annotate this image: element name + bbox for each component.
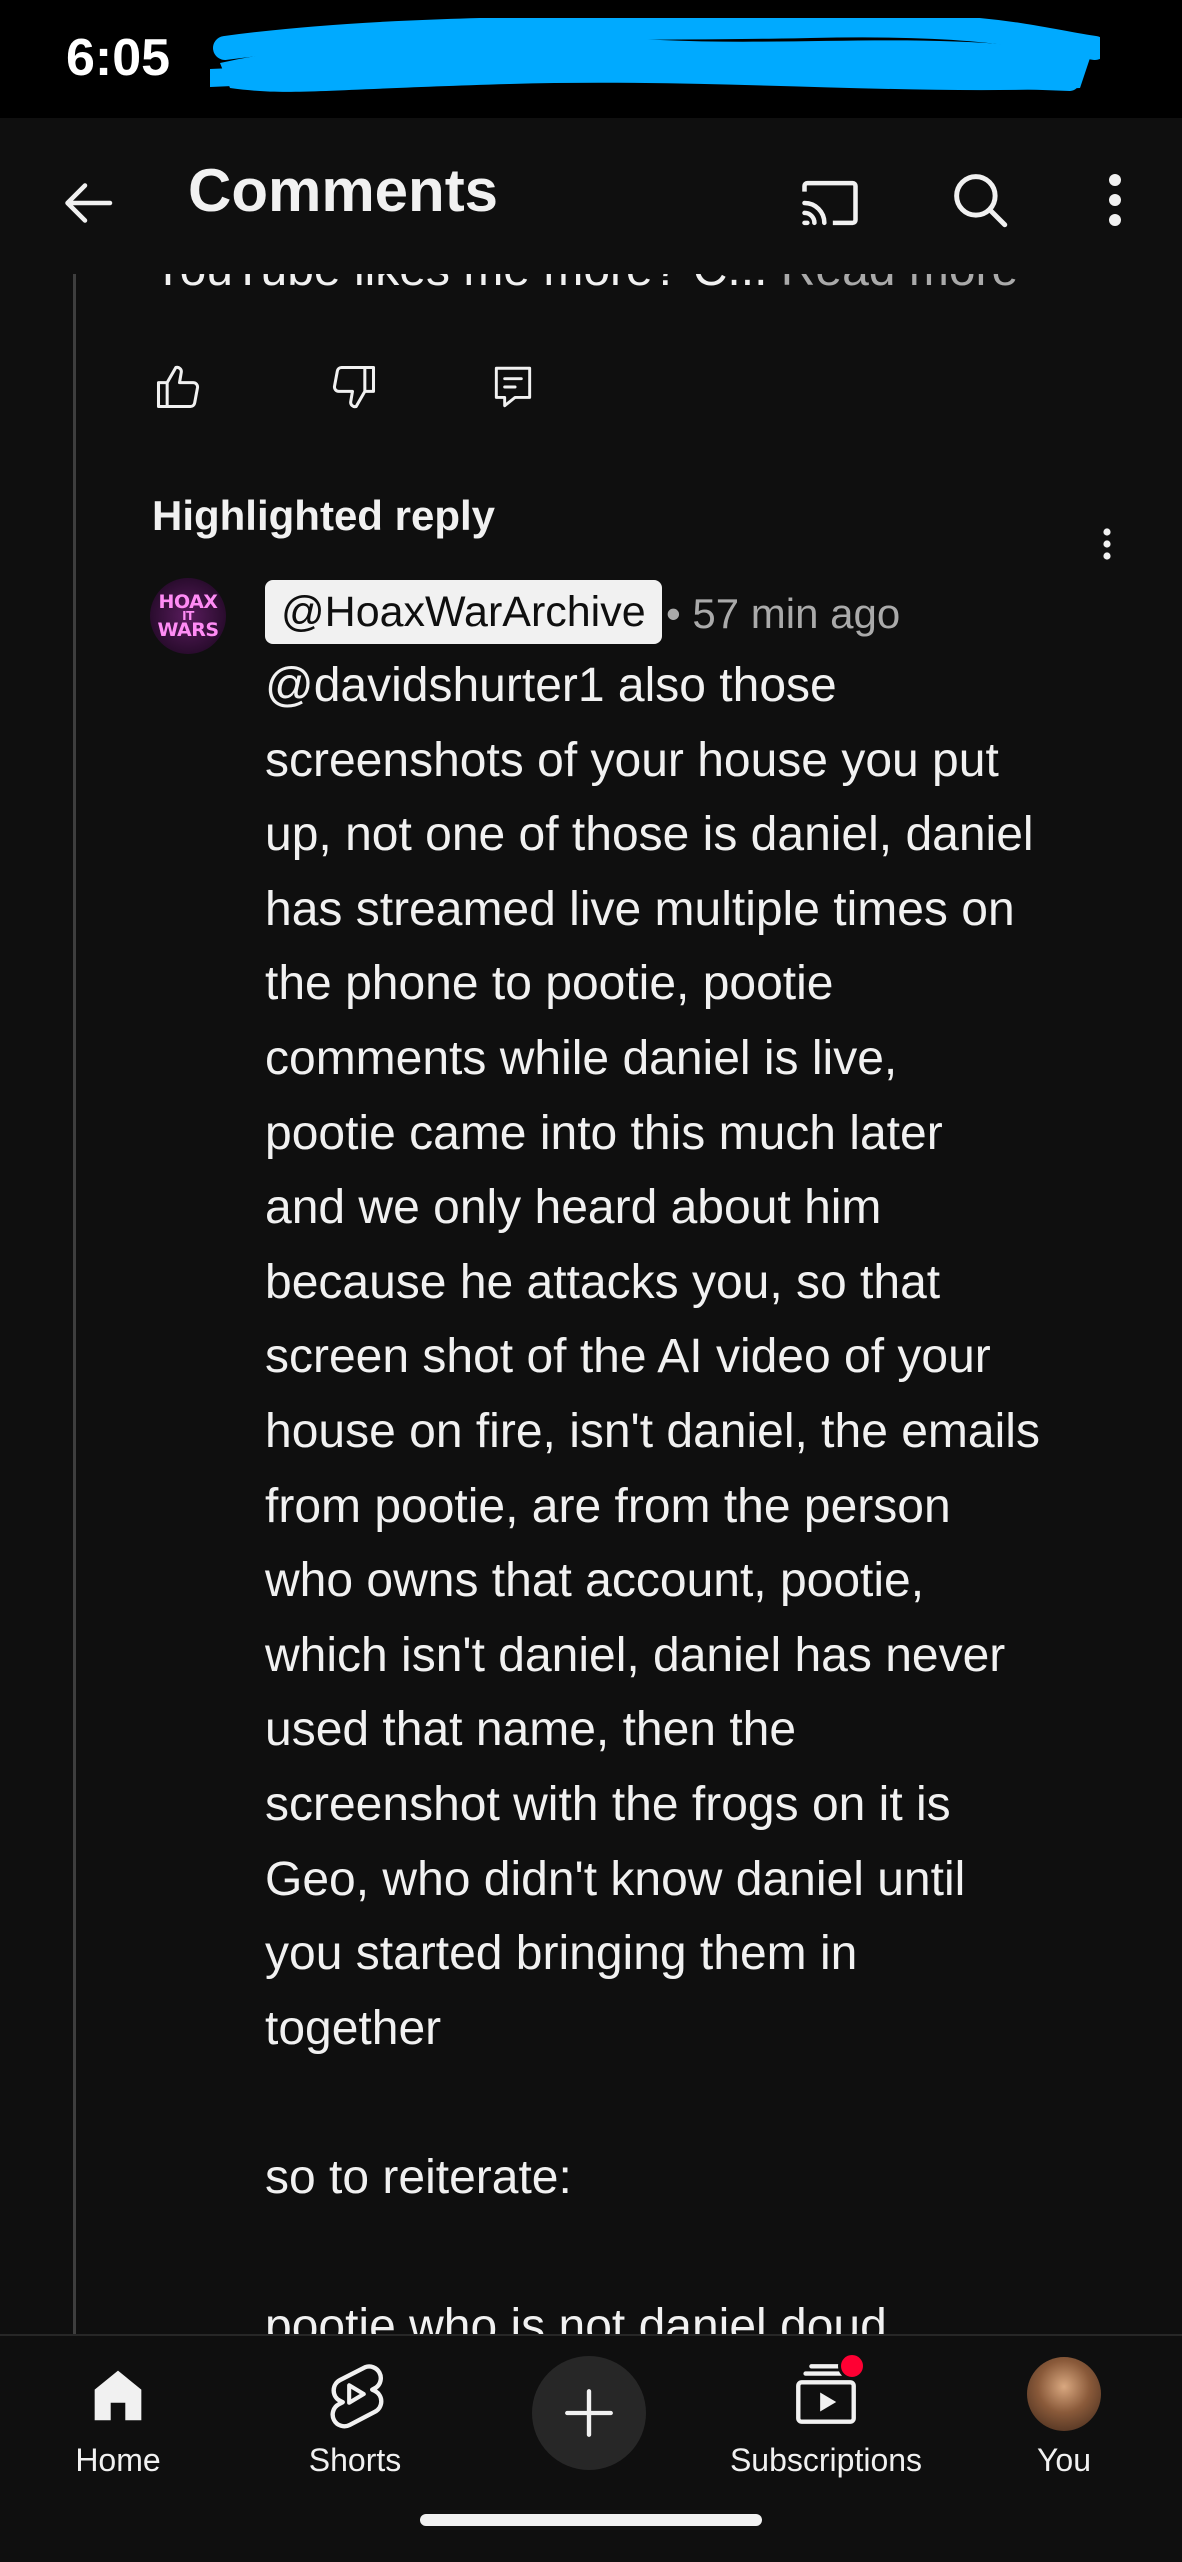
status-bar: 6:05 <box>0 0 1182 118</box>
dislike-button[interactable] <box>326 359 382 415</box>
page-title: Comments <box>188 157 499 224</box>
nav-label-home: Home <box>75 2442 161 2478</box>
bottom-navigation: Home Shorts Subscriptions You <box>0 2334 1182 2562</box>
reply-line: and we only heard about him <box>265 1181 882 1235</box>
reply-line: screen shot of the AI video of your <box>265 1330 991 1384</box>
nav-label-subscriptions: Subscriptions <box>729 2442 923 2478</box>
nav-item-home[interactable]: Home <box>58 2354 178 2479</box>
reply-line: screenshot with the frogs on it is <box>265 1777 951 1831</box>
previous-comment-snippet: YouTube likes me more? C... <box>152 274 767 296</box>
nav-item-you[interactable]: You <box>1004 2354 1124 2479</box>
back-button[interactable] <box>50 163 130 243</box>
create-button[interactable] <box>532 2356 646 2470</box>
plus-icon <box>565 2389 613 2437</box>
nav-item-subscriptions[interactable]: Subscriptions <box>726 2354 926 2479</box>
reply-line: comments while daniel is live, <box>265 1031 898 1085</box>
search-icon <box>954 174 1008 228</box>
comment-reply-icon <box>494 366 532 408</box>
reply-line: who owns that account, pootie, <box>265 1554 925 1608</box>
profile-avatar <box>1027 2357 1101 2431</box>
more-vertical-icon <box>1109 174 1121 226</box>
status-time: 6:05 <box>66 29 171 87</box>
reply-line: from pootie, are from the person <box>265 1479 951 1533</box>
reply-line: because he attacks you, so that <box>265 1255 941 1309</box>
reply-line: used that name, then the <box>265 1703 797 1757</box>
reply-line: which isn't daniel, daniel has never <box>265 1628 1006 1682</box>
author-name-chip[interactable]: @HoaxWarArchive <box>265 580 662 644</box>
thread-line <box>73 274 76 2334</box>
reply-body: @davidshurter1 also those screenshots of… <box>265 649 1145 2334</box>
reply-line: together <box>265 2001 442 2055</box>
reply-line: house on fire, isn't daniel, the emails <box>265 1404 1040 1458</box>
reply-line: @davidshurter1 also those <box>265 659 837 712</box>
like-button[interactable] <box>150 359 206 415</box>
search-button[interactable] <box>940 160 1020 240</box>
reply-line: screenshots of your house you put <box>265 733 999 787</box>
home-icon <box>94 2370 142 2421</box>
reply-timestamp: • 57 min ago <box>666 590 901 637</box>
reply-line: you started bringing them in <box>265 1927 858 1981</box>
reply-line: Geo, who didn't know daniel until <box>265 1852 966 1906</box>
redaction-scribble <box>210 18 1100 92</box>
more-vertical-icon <box>1103 528 1111 560</box>
nav-label-you: You <box>1037 2442 1091 2478</box>
more-options-button[interactable] <box>1085 160 1145 240</box>
thumbs-down-icon <box>332 365 376 409</box>
thumbs-up-icon <box>156 365 200 409</box>
comments-content[interactable]: YouTube likes me more? C... Read more Hi… <box>0 274 1182 2334</box>
reply-button[interactable] <box>485 359 541 415</box>
read-more-link[interactable]: Read more <box>781 274 1018 296</box>
cast-icon <box>802 180 858 226</box>
reply-line: pootie came into this much later <box>265 1106 943 1160</box>
cast-button[interactable] <box>790 163 870 243</box>
highlighted-reply-label: Highlighted reply <box>152 492 496 539</box>
nav-label-shorts: Shorts <box>308 2442 402 2478</box>
reply-line: up, not one of those is daniel, daniel <box>265 808 1034 862</box>
previous-comment-text: YouTube likes me more? C... Read more <box>152 274 1018 297</box>
reply-line: pootie who is not daniel doud <box>265 2300 887 2334</box>
reply-line: the phone to pootie, pootie <box>265 957 834 1011</box>
reply-menu-button[interactable] <box>1092 514 1122 574</box>
app-bar: Comments <box>0 118 1182 274</box>
nav-item-shorts[interactable]: Shorts <box>290 2354 420 2479</box>
reply-line <box>265 2215 1145 2290</box>
avatar-text-line: WARS <box>157 619 219 641</box>
home-indicator[interactable] <box>420 2514 762 2526</box>
author-avatar[interactable]: HOAX IT WARS <box>150 578 226 654</box>
reply-line: so to reiterate: <box>265 2150 572 2204</box>
shorts-icon <box>330 2364 384 2429</box>
subscriptions-notification-dot <box>838 2352 866 2380</box>
reply-line <box>265 2066 1145 2141</box>
reply-line: has streamed live multiple times on <box>265 882 1015 936</box>
arrow-left-icon <box>65 183 113 223</box>
